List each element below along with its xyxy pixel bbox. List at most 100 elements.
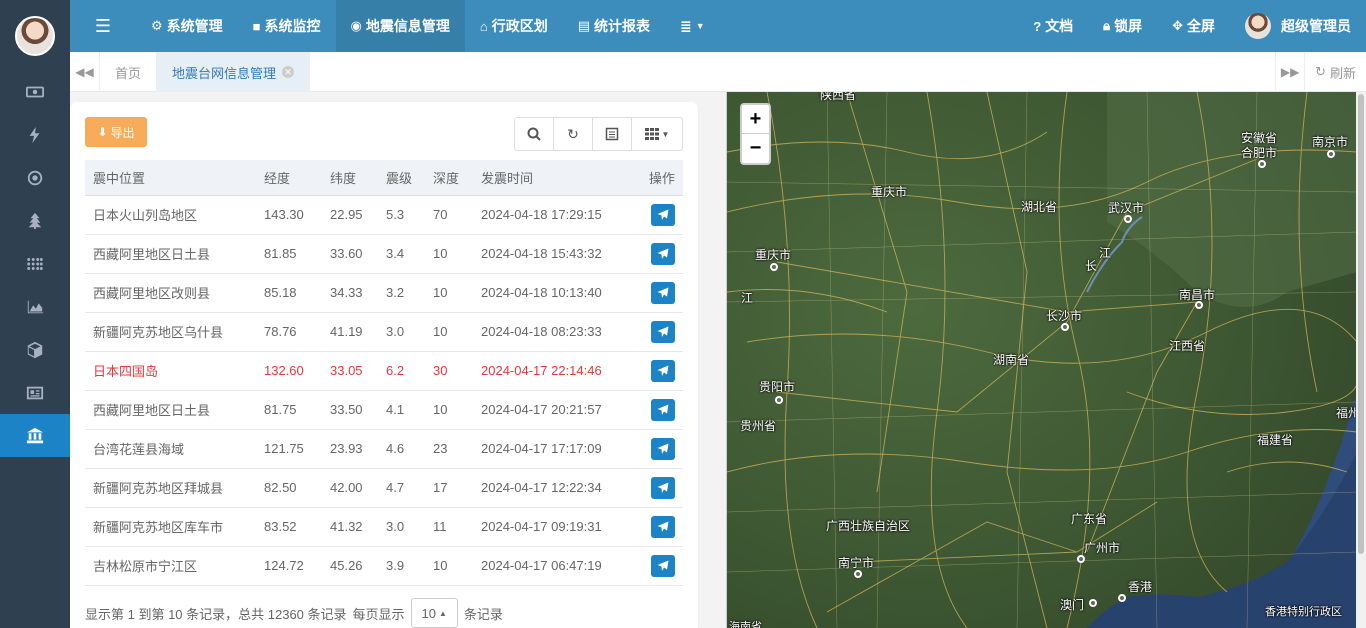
scrollbar-thumb[interactable]: [1358, 94, 1364, 554]
locate-button[interactable]: [651, 437, 675, 460]
table-row[interactable]: 台湾花莲县海域 121.75 23.93 4.6 23 2024-04-17 17:17:…: [85, 429, 683, 469]
search-button[interactable]: [515, 118, 554, 150]
nav-docs[interactable]: ? 文档: [1018, 0, 1088, 52]
locate-button[interactable]: [651, 203, 675, 226]
cell-time: 2024-04-17 06:47:19: [473, 546, 637, 586]
table-row[interactable]: 日本火山列岛地区 143.30 22.95 5.3 70 2024-04-18 17:29…: [85, 195, 683, 235]
column-header-location[interactable]: 震中位置: [85, 160, 256, 196]
sidebar-item-cube[interactable]: [0, 328, 70, 371]
sidebar: [0, 0, 70, 628]
map-view[interactable]: + − 陕西省 安徽省 合肥市 南京市 重庆市 湖北省 武汉市 重庆市 江 长 …: [726, 92, 1356, 628]
locate-button[interactable]: [651, 398, 675, 421]
sidebar-item-tree[interactable]: [0, 199, 70, 242]
tab-earthquake-network[interactable]: 地震台网信息管理 ✕: [157, 52, 311, 92]
column-header-time[interactable]: 发震时间: [473, 160, 637, 196]
cell-actions: [637, 390, 683, 430]
nav-statistics[interactable]: ▤ 统计报表: [563, 0, 665, 52]
zoom-out-button[interactable]: −: [742, 134, 769, 163]
column-header-depth[interactable]: 深度: [425, 160, 473, 196]
nav-system-management[interactable]: ⚙ 系统管理: [136, 0, 238, 52]
table-row[interactable]: 新疆阿克苏地区库车市 83.52 41.32 3.0 11 2024-04-17 09:1…: [85, 507, 683, 547]
nav-fullscreen[interactable]: ✥ 全屏: [1157, 0, 1230, 52]
pagination: 显示第 1 到第 10 条记录，总共 12360 条记录 每页显示 10 ▲ 条记…: [85, 598, 503, 628]
tab-scroll-left-button[interactable]: ◀◀: [70, 52, 100, 92]
columns-dropdown-button[interactable]: ▼: [632, 118, 682, 150]
zoom-in-button[interactable]: +: [742, 105, 769, 134]
table-row[interactable]: 西藏阿里地区改则县 85.18 34.33 3.2 10 2024-04-18 10:13…: [85, 273, 683, 313]
table-row[interactable]: 西藏阿里地区日土县 81.85 33.60 3.4 10 2024-04-18 15:43…: [85, 234, 683, 274]
map-marker-changsha[interactable]: [1061, 323, 1069, 331]
cell-depth: 10: [425, 546, 473, 586]
map-marker-hongkong[interactable]: [1118, 594, 1126, 602]
map-marker-macau[interactable]: [1089, 599, 1097, 607]
cell-depth: 70: [425, 195, 473, 235]
map-label-hainan: 海南省: [729, 621, 762, 628]
sidebar-item-newspaper[interactable]: [0, 371, 70, 414]
cell-time: 2024-04-17 17:17:09: [473, 429, 637, 469]
column-header-latitude[interactable]: 纬度: [322, 160, 378, 196]
map-label-wuhan: 武汉市: [1108, 201, 1145, 215]
earthquake-table: 震中位置 经度 纬度 震级 深度 发震时间 操作 日本火山列岛地区 143.30 2…: [85, 160, 683, 586]
map-marker-chongqing[interactable]: [770, 263, 778, 271]
table-row[interactable]: 吉林松原市宁江区 124.72 45.26 3.9 10 2024-04-17 06:47…: [85, 546, 683, 586]
sidebar-item-bank[interactable]: [0, 414, 70, 457]
toggle-view-button[interactable]: [593, 118, 632, 150]
nav-earthquake-info[interactable]: ◉ 地震信息管理: [335, 0, 465, 52]
map-marker-hefei[interactable]: [1258, 160, 1266, 168]
map-marker-nanning[interactable]: [854, 570, 862, 578]
map-marker-guiyang[interactable]: [775, 396, 783, 404]
table-row[interactable]: 西藏阿里地区日土县 81.75 33.50 4.1 10 2024-04-17 20:21…: [85, 390, 683, 430]
locate-button[interactable]: [651, 515, 675, 538]
column-header-magnitude[interactable]: 震级: [378, 160, 425, 196]
nav-admin-division[interactable]: ⌂ 行政区划: [465, 0, 563, 52]
cell-latitude: 45.26: [322, 546, 378, 586]
paper-plane-icon: [657, 287, 669, 298]
refresh-button[interactable]: ↻ 刷新: [1305, 52, 1366, 92]
map-label-jiang-2: 江: [1099, 246, 1112, 260]
table-refresh-button[interactable]: ↻: [554, 118, 593, 150]
nav-system-monitor[interactable]: ■ 系统监控: [238, 0, 336, 52]
sidebar-item-flash[interactable]: [0, 113, 70, 156]
map-label-jiang-1: 江: [741, 291, 754, 305]
table-row[interactable]: 新疆阿克苏地区拜城县 82.50 42.00 4.7 17 2024-04-17 12:2…: [85, 468, 683, 508]
column-header-longitude[interactable]: 经度: [256, 160, 322, 196]
forward-icon: ▶▶: [1280, 65, 1300, 79]
locate-button[interactable]: [651, 281, 675, 304]
locate-button[interactable]: [651, 554, 675, 577]
bank-icon: [26, 427, 44, 443]
sidebar-item-money[interactable]: [0, 70, 70, 113]
sidebar-item-target[interactable]: [0, 156, 70, 199]
nav-lock-screen[interactable]: 🔒︎ 锁屏: [1088, 0, 1157, 52]
locate-button[interactable]: [651, 242, 675, 265]
tab-home[interactable]: 首页: [100, 52, 158, 92]
nav-user-menu[interactable]: 超级管理员: [1230, 0, 1366, 52]
cell-actions: [637, 312, 683, 352]
locate-button[interactable]: [651, 476, 675, 499]
cell-magnitude: 3.2: [378, 273, 425, 313]
map-marker-nanchang[interactable]: [1195, 301, 1203, 309]
export-button[interactable]: ⬇ 导出: [85, 117, 147, 147]
map-marker-guangzhou[interactable]: [1077, 555, 1085, 563]
cell-location: 新疆阿克苏地区库车市: [85, 507, 256, 547]
locate-button[interactable]: [651, 320, 675, 343]
avatar[interactable]: [15, 16, 55, 56]
menu-toggle-button[interactable]: ☰: [70, 0, 136, 52]
table-toolbar: ↻ ▼: [514, 117, 683, 151]
table-row[interactable]: 日本四国岛 132.60 33.05 6.2 30 2024-04-17 22:14:46: [85, 351, 683, 391]
cell-magnitude: 3.4: [378, 234, 425, 274]
cell-depth: 10: [425, 273, 473, 313]
map-marker-nanjing[interactable]: [1327, 150, 1335, 158]
nav-more-dropdown[interactable]: ≣ ▼: [665, 0, 720, 52]
page-scrollbar[interactable]: [1356, 92, 1366, 628]
locate-button[interactable]: [651, 359, 675, 382]
tab-scroll-right-button[interactable]: ▶▶: [1275, 52, 1306, 92]
cell-magnitude: 3.0: [378, 507, 425, 547]
sidebar-item-chart[interactable]: [0, 285, 70, 328]
cell-longitude: 83.52: [256, 507, 322, 547]
page-size-select[interactable]: 10 ▲: [410, 598, 458, 628]
map-marker-wuhan[interactable]: [1124, 215, 1132, 223]
per-page-label: 每页显示: [352, 606, 405, 622]
table-row[interactable]: 新疆阿克苏地区乌什县 78.76 41.19 3.0 10 2024-04-18 08:2…: [85, 312, 683, 352]
close-icon[interactable]: ✕: [282, 66, 295, 78]
sidebar-item-dots[interactable]: [0, 242, 70, 285]
